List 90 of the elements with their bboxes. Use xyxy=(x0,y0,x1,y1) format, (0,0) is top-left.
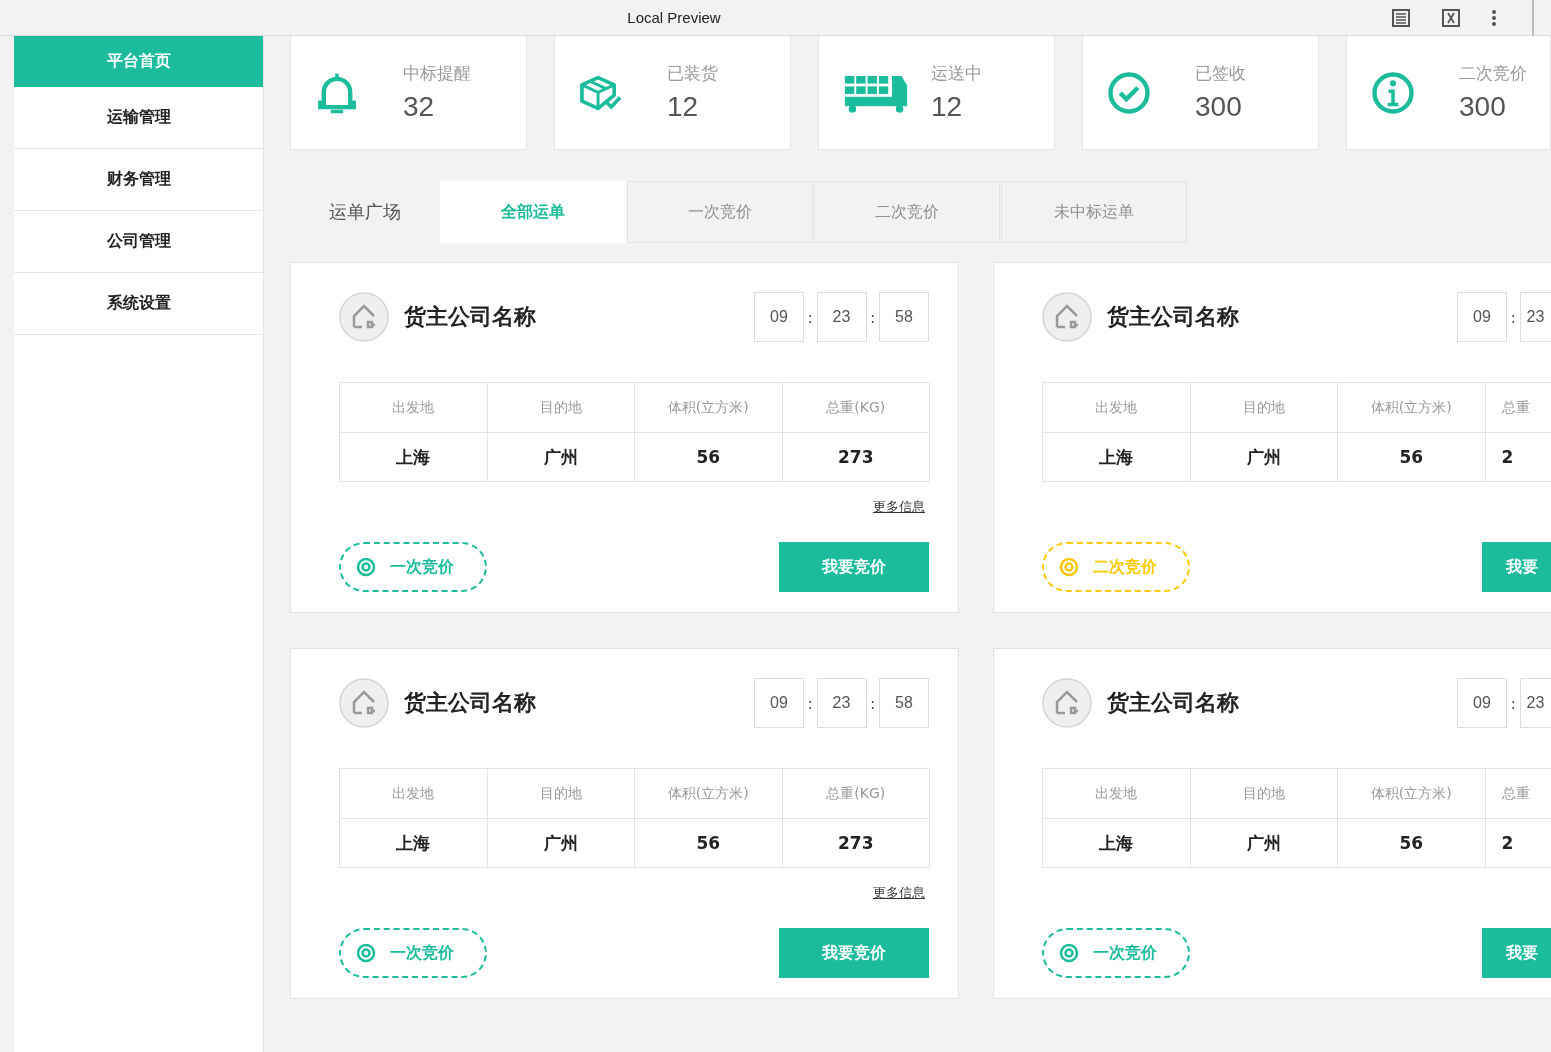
company-name: 货主公司名称 xyxy=(404,689,537,717)
table-cell: 上海 xyxy=(1043,433,1191,482)
stat-value: 300 xyxy=(1195,91,1243,123)
section-title: 运单广场 xyxy=(328,200,402,224)
table-cell: 56 xyxy=(635,819,783,868)
table-cell: 2 xyxy=(1485,433,1551,482)
countdown-field: 23 xyxy=(816,292,867,342)
table-cell: 上海 xyxy=(340,433,488,482)
table-header: 出发地 xyxy=(1043,769,1191,819)
bid-button[interactable]: 我要 xyxy=(1482,928,1551,978)
table-header: 目的地 xyxy=(1190,383,1338,433)
stat-value: 12 xyxy=(931,91,964,123)
sidebar-item[interactable]: 平台首页 xyxy=(14,36,263,87)
table-header: 总重(KG) xyxy=(782,769,930,819)
more-menu-icon[interactable] xyxy=(1491,7,1497,28)
tab[interactable]: 未中标运单 xyxy=(1001,181,1187,243)
stat-label: 中标提醒 xyxy=(403,62,471,85)
table-cell: 56 xyxy=(1338,433,1486,482)
table-cell: 2 xyxy=(1485,819,1551,868)
tab[interactable]: 全部运单 xyxy=(440,181,626,243)
house-icon xyxy=(1042,292,1092,342)
stat-value: 12 xyxy=(667,91,700,123)
table-header: 体积(立方米) xyxy=(1338,769,1486,819)
table-cell: 广州 xyxy=(487,819,635,868)
table-cell: 上海 xyxy=(1043,819,1191,868)
bid-stage-label: 一次竞价 xyxy=(1093,942,1157,964)
countdown-field: 58 xyxy=(879,678,929,728)
sidebar-item[interactable]: 系统设置 xyxy=(14,273,263,335)
time-separator: : xyxy=(869,693,877,713)
countdown-field: 09 xyxy=(754,678,804,728)
table-header: 总重 xyxy=(1485,769,1551,819)
table-cell: 56 xyxy=(635,433,783,482)
table-header: 出发地 xyxy=(340,769,488,819)
formula-icon[interactable] xyxy=(1441,7,1461,28)
bid-button[interactable]: 我要 xyxy=(1482,542,1551,592)
time-separator: : xyxy=(1509,693,1517,713)
countdown-field: 23 xyxy=(1519,678,1551,728)
countdown-field: 09 xyxy=(1457,292,1507,342)
stat-label: 已装货 xyxy=(667,62,718,85)
table-cell: 广州 xyxy=(1190,819,1338,868)
table-header: 总重(KG) xyxy=(782,383,930,433)
house-icon xyxy=(1042,678,1092,728)
table-header: 体积(立方米) xyxy=(1338,383,1486,433)
stat-value: 32 xyxy=(403,91,436,123)
table-cell: 上海 xyxy=(340,819,488,868)
stat-label: 二次竞价 xyxy=(1459,62,1527,85)
more-info-link[interactable]: 更多信息 xyxy=(873,498,925,516)
bid-button[interactable]: 我要竞价 xyxy=(779,928,929,978)
sidebar-item[interactable]: 运输管理 xyxy=(14,87,263,149)
more-info-link[interactable]: 更多信息 xyxy=(873,884,925,902)
tab[interactable]: 二次竞价 xyxy=(814,181,1000,243)
tab[interactable]: 一次竞价 xyxy=(627,181,813,243)
table-header: 出发地 xyxy=(1043,383,1191,433)
table-header: 目的地 xyxy=(487,769,635,819)
company-name: 货主公司名称 xyxy=(1107,689,1240,717)
time-separator: : xyxy=(806,693,814,713)
table-header: 目的地 xyxy=(487,383,635,433)
table-header: 体积(立方米) xyxy=(635,769,783,819)
house-icon xyxy=(339,678,389,728)
countdown-field: 23 xyxy=(816,678,867,728)
company-name: 货主公司名称 xyxy=(1107,303,1240,331)
time-separator: : xyxy=(806,307,814,327)
bid-stage-label: 二次竞价 xyxy=(1093,556,1157,578)
bid-stage-label: 一次竞价 xyxy=(390,556,454,578)
countdown-field: 58 xyxy=(879,292,929,342)
table-cell: 广州 xyxy=(487,433,635,482)
time-separator: : xyxy=(1509,307,1517,327)
company-name: 货主公司名称 xyxy=(404,303,537,331)
table-cell: 273 xyxy=(782,819,930,868)
document-list-icon[interactable] xyxy=(1391,7,1411,28)
bid-button[interactable]: 我要竞价 xyxy=(779,542,929,592)
countdown-field: 23 xyxy=(1519,292,1551,342)
stat-label: 已签收 xyxy=(1195,62,1246,85)
countdown-field: 09 xyxy=(754,292,804,342)
table-cell: 273 xyxy=(782,433,930,482)
bid-stage-label: 一次竞价 xyxy=(390,942,454,964)
table-header: 总重 xyxy=(1485,383,1551,433)
table-cell: 广州 xyxy=(1190,433,1338,482)
stat-value: 300 xyxy=(1459,91,1507,123)
sidebar-item[interactable]: 公司管理 xyxy=(14,211,263,273)
table-header: 体积(立方米) xyxy=(635,383,783,433)
table-cell: 56 xyxy=(1338,819,1486,868)
sidebar-item[interactable]: 财务管理 xyxy=(14,149,263,211)
table-header: 出发地 xyxy=(340,383,488,433)
window-title: Local Preview xyxy=(626,9,722,26)
time-separator: : xyxy=(869,307,877,327)
countdown-field: 09 xyxy=(1457,678,1507,728)
stat-label: 运送中 xyxy=(931,62,982,85)
house-icon xyxy=(339,292,389,342)
table-header: 目的地 xyxy=(1190,769,1338,819)
